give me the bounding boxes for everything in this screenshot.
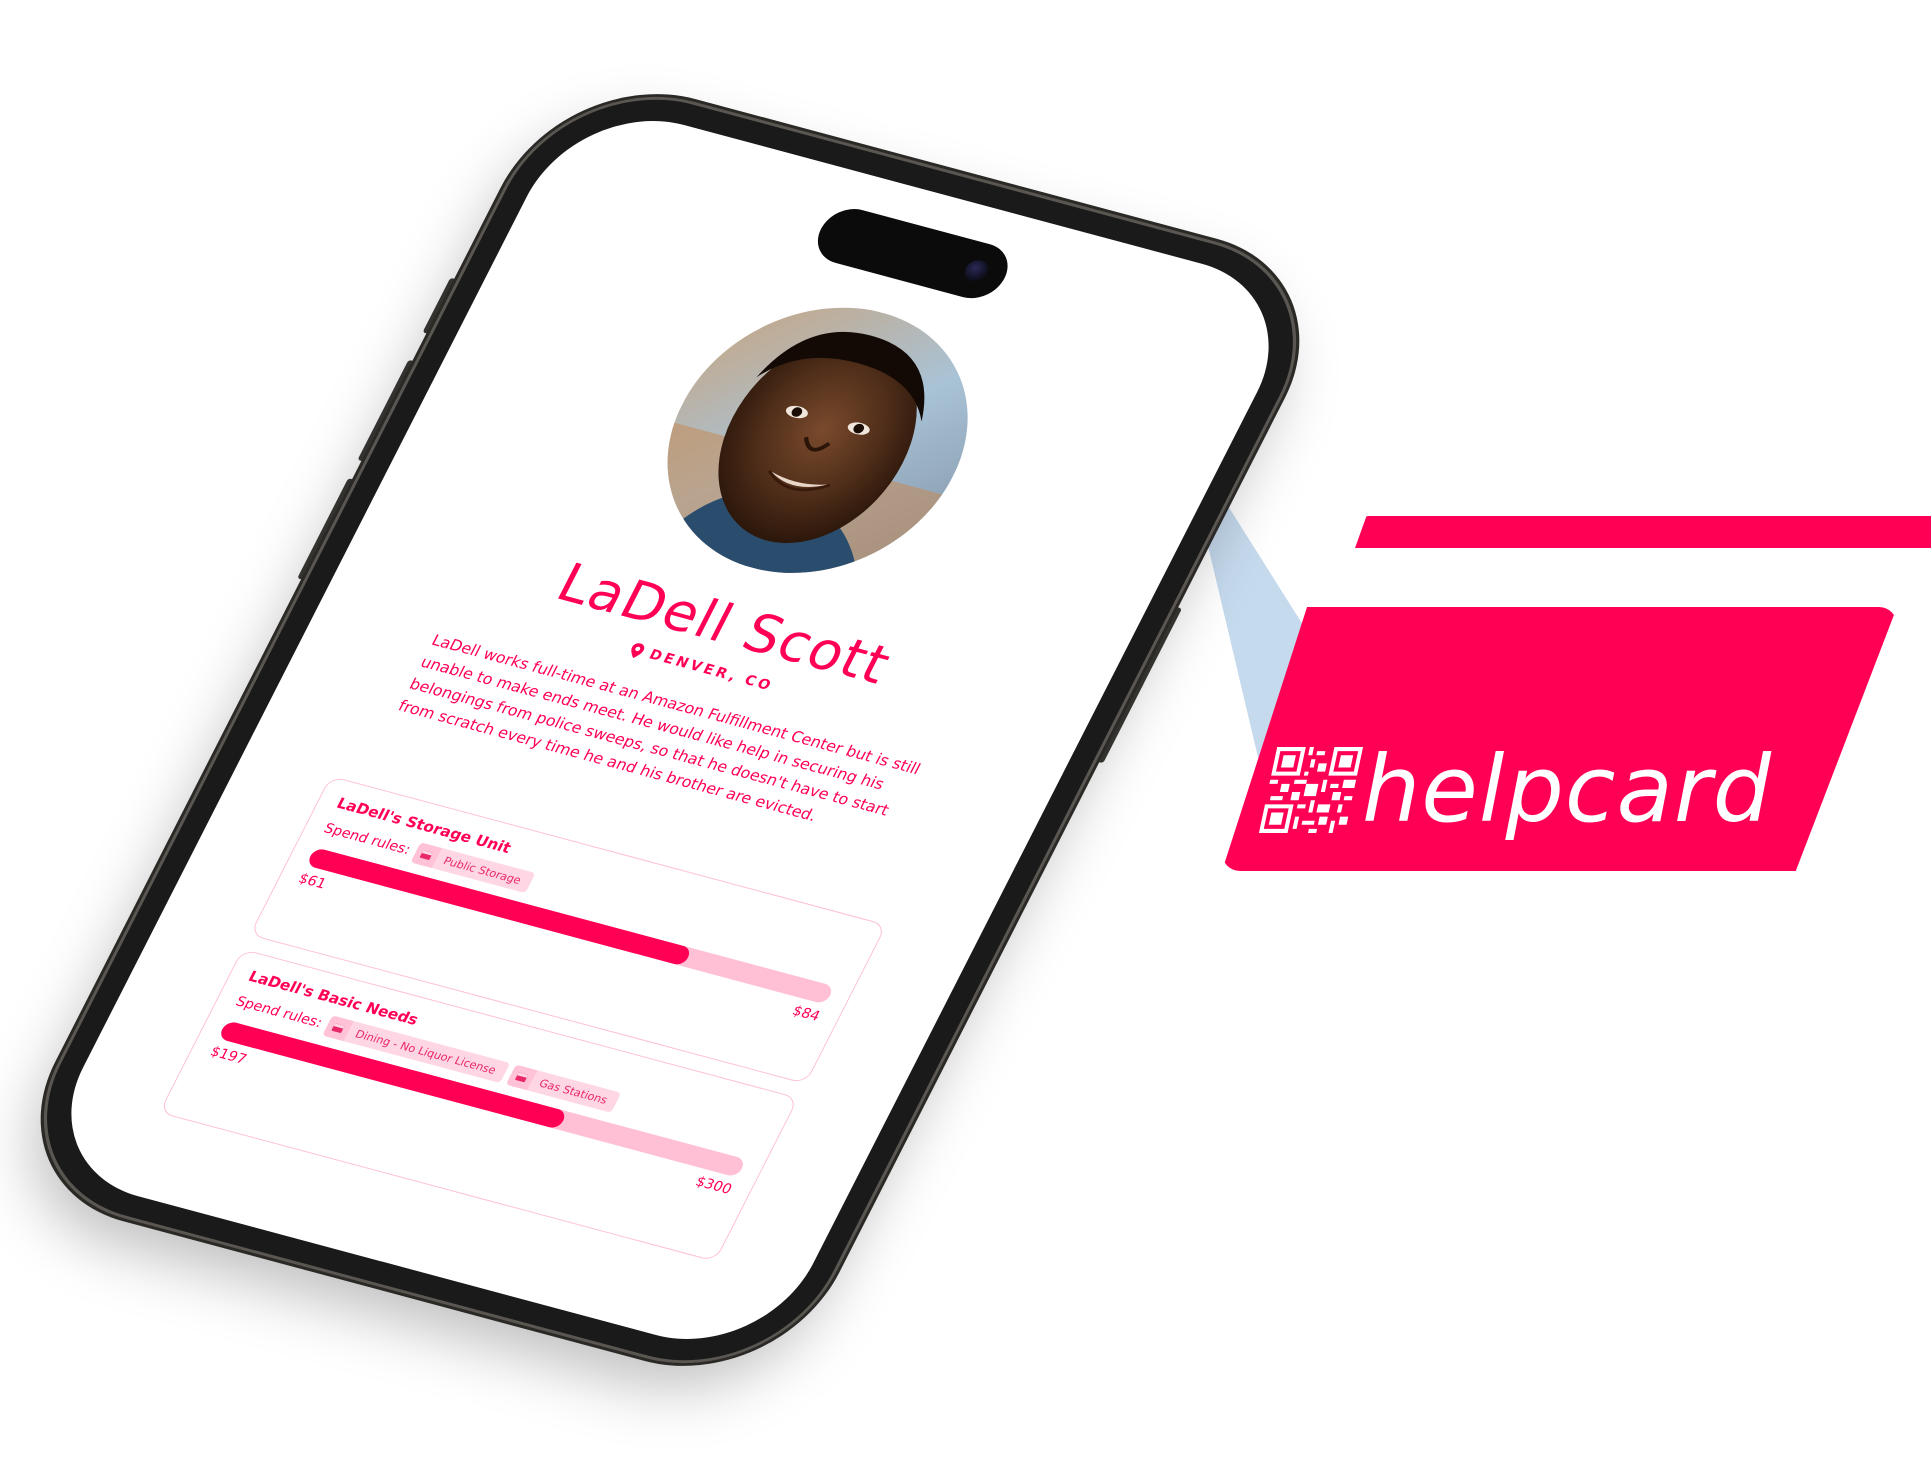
- fund-raised-amount: $61: [295, 870, 329, 893]
- helpcard: [1222, 607, 1897, 871]
- phone-mockup: LaDell Scott DENVER, CO LaDell works ful…: [0, 70, 1340, 1390]
- location-pin-icon: [630, 643, 644, 658]
- profile-avatar: [617, 276, 1018, 605]
- portrait-photo-icon: [617, 276, 1018, 605]
- helpcard-stripe: [1355, 516, 1931, 548]
- fund-goal-amount: $84: [789, 1003, 823, 1025]
- fund-raised-amount: $197: [207, 1043, 250, 1068]
- front-camera-icon: [960, 257, 993, 284]
- fund-goal-amount: $300: [692, 1173, 735, 1198]
- stage: LaDell Scott DENVER, CO LaDell works ful…: [0, 0, 1931, 1469]
- dynamic-island: [807, 202, 1018, 305]
